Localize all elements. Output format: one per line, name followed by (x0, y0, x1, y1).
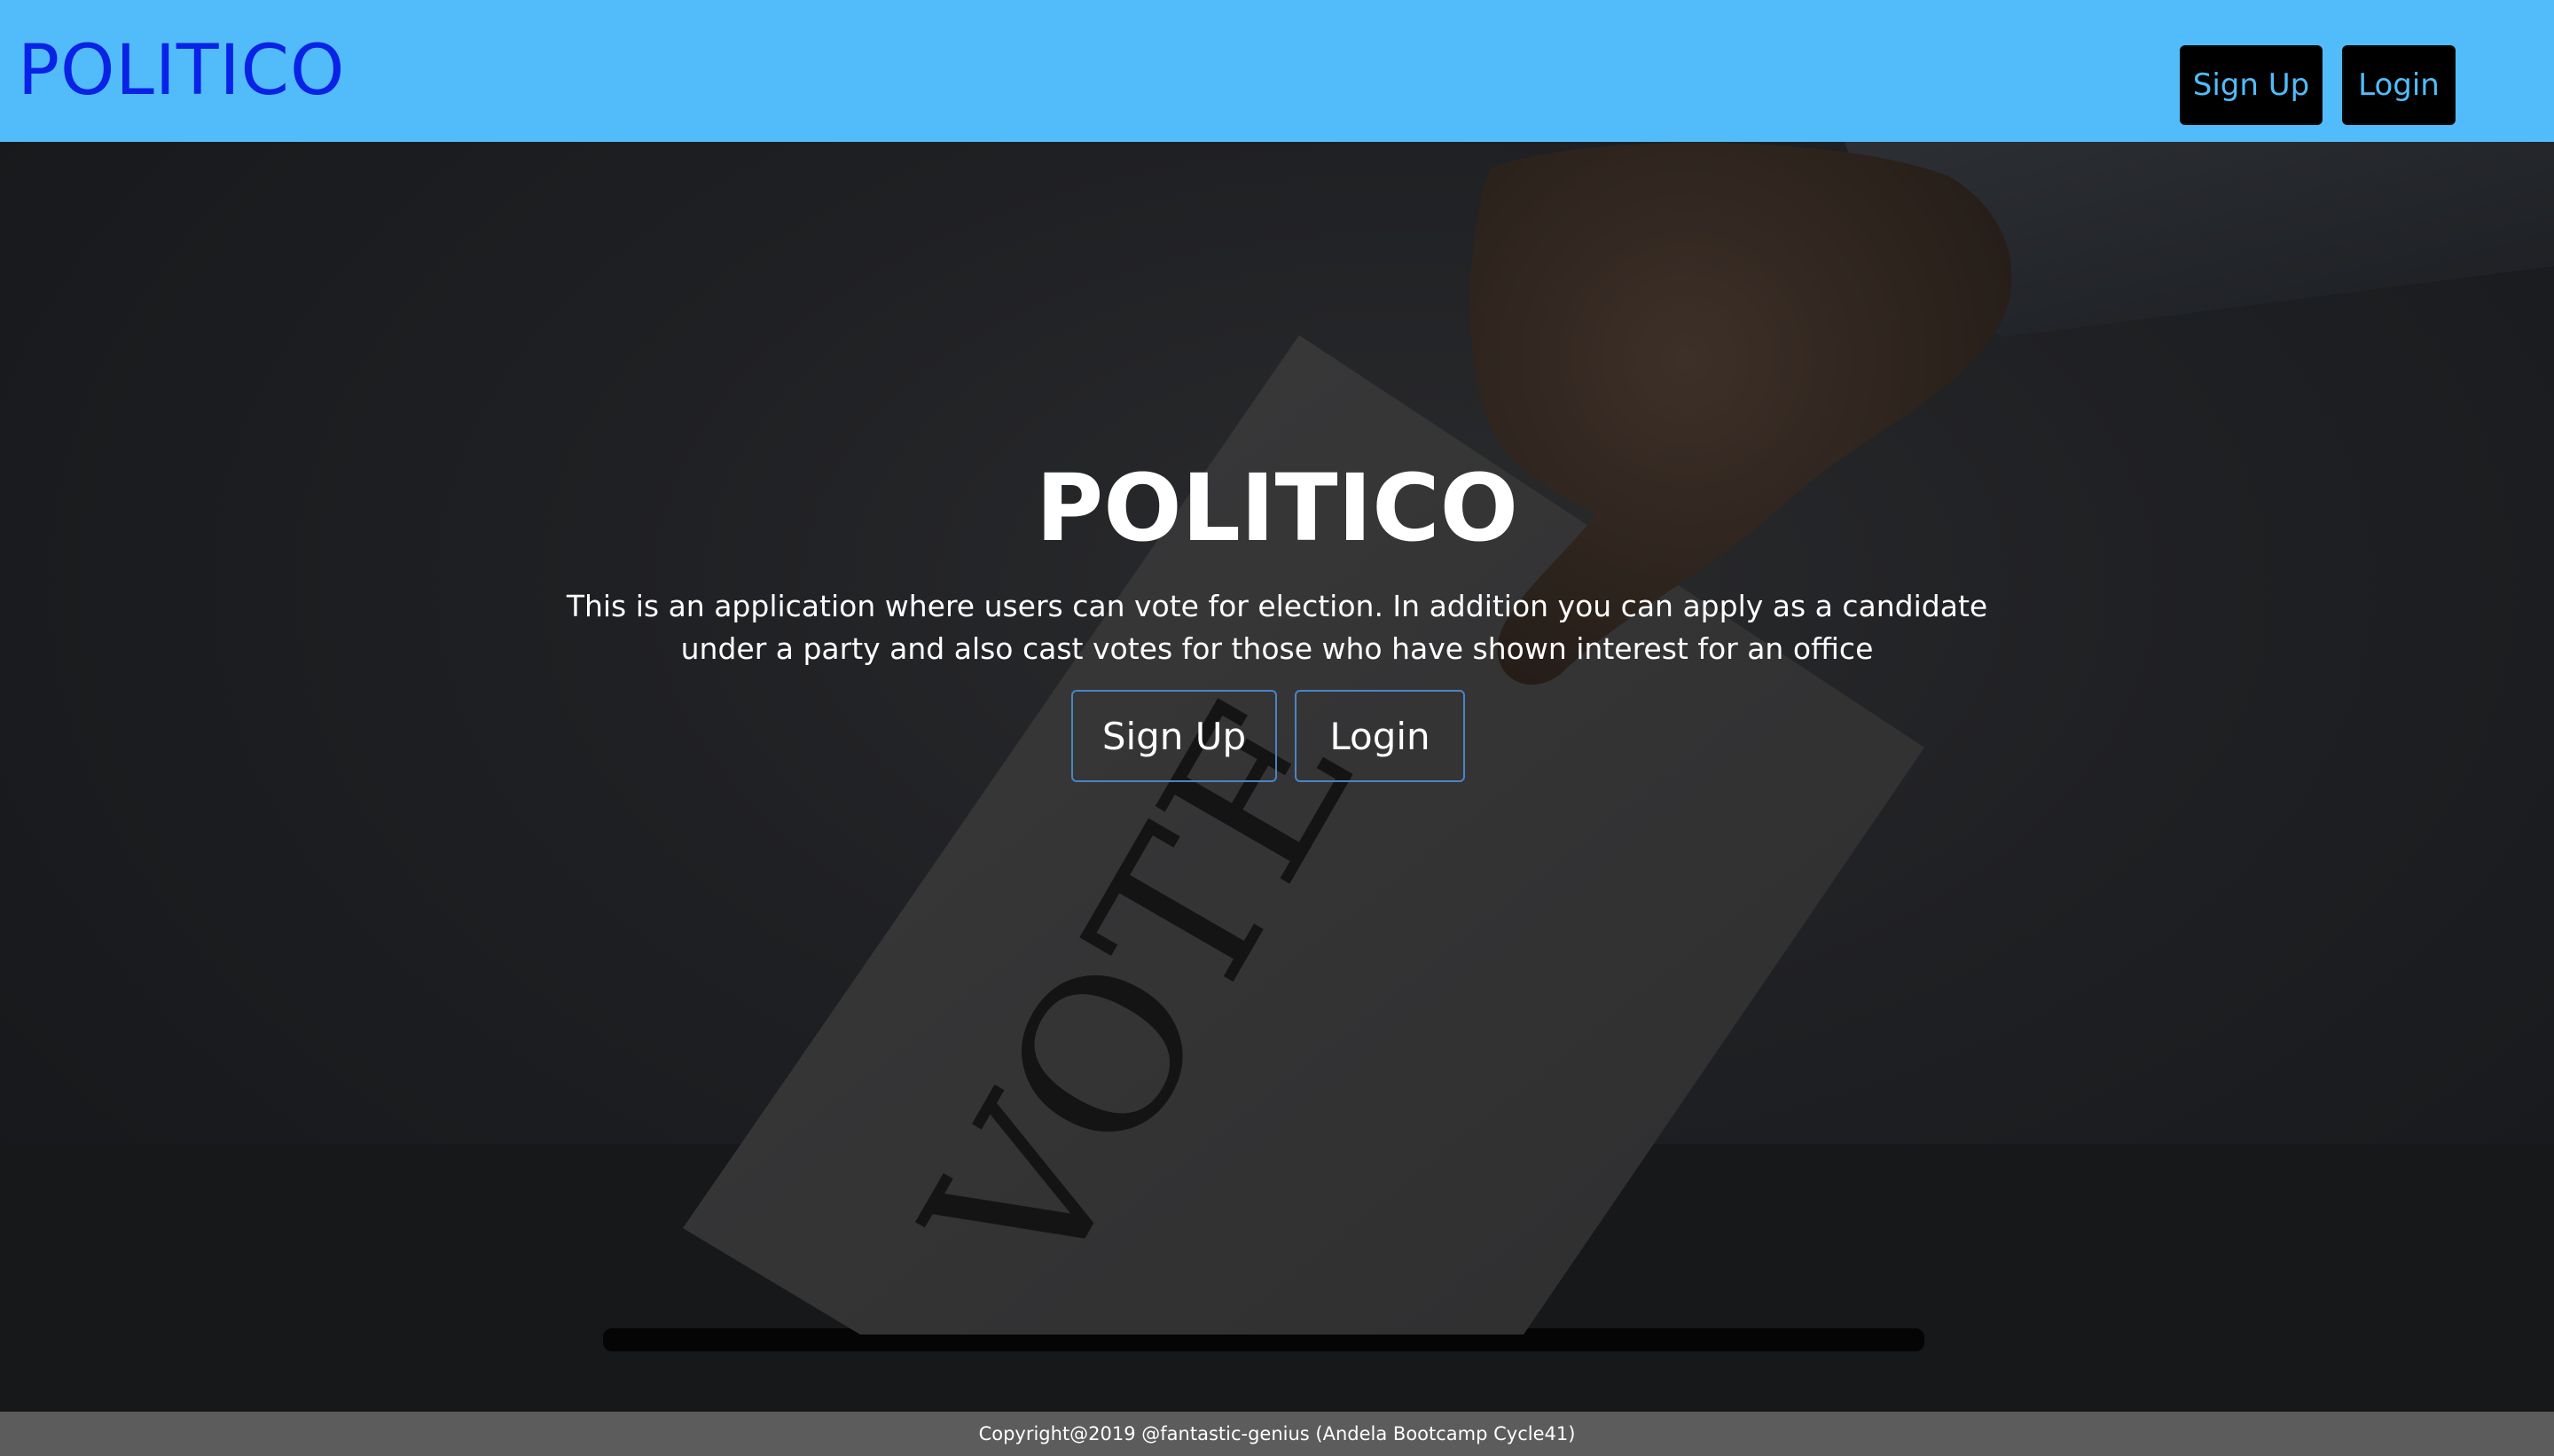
hero-signup-button[interactable]: Sign Up (1071, 690, 1277, 782)
hero-section: VOTE POLITICO This is an application whe… (0, 142, 2554, 1412)
footer: Copyright@2019 @fantastic-genius (Andela… (0, 1412, 2554, 1456)
hero-background-image: VOTE (0, 142, 2554, 1412)
hero-login-button[interactable]: Login (1295, 690, 1465, 782)
nav-signup-button[interactable]: Sign Up (2180, 45, 2323, 125)
hero-description: This is an application where users can v… (566, 589, 1988, 666)
top-navbar: POLITICO Sign Up Login (0, 0, 2554, 142)
hero-title: POLITICO (1036, 454, 1518, 562)
nav-login-button[interactable]: Login (2342, 45, 2456, 125)
brand-logo[interactable]: POLITICO (18, 30, 345, 112)
copyright-text: Copyright@2019 @fantastic-genius (Andela… (978, 1423, 1576, 1444)
